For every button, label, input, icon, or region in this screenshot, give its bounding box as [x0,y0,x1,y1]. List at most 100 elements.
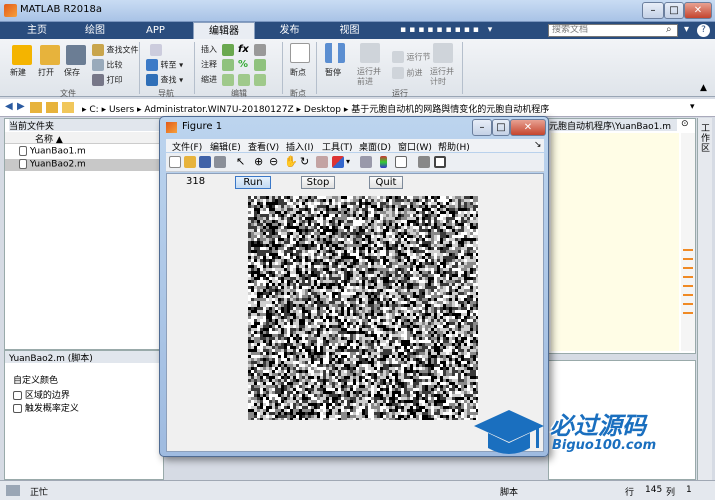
minimize-button[interactable]: – [642,2,664,19]
find-button[interactable]: 查找 ▾ [146,74,183,86]
comment-button[interactable]: 注释 [201,59,217,70]
open-folder-icon[interactable] [40,45,60,65]
crumb-users[interactable]: Users [109,105,134,115]
workspace-sidebar[interactable]: 工作区 [697,118,712,480]
fx-icon[interactable]: fx [238,44,250,56]
menu-desktop[interactable]: 桌面(D) [359,140,391,153]
help-icon[interactable]: ? [697,24,710,37]
stop-button[interactable]: Stop [301,176,335,189]
wrap-icon[interactable] [254,59,266,71]
file-row[interactable]: YuanBao1.m [5,146,163,158]
address-bar[interactable]: ◀ ▶ ▸ C: ▸ Users ▸ Administrator.WIN7U-2… [0,99,715,117]
breakpoints-button[interactable]: 断点 [290,67,306,78]
figure-close-button[interactable]: ✕ [510,119,546,136]
run-time-button[interactable]: 运行并 计时 [430,67,454,87]
edit-tools-icons[interactable]: fx % [222,42,278,86]
outdent-icon[interactable] [254,74,266,86]
browse-folder-icon[interactable] [46,102,58,113]
rotate-3d-icon[interactable]: ↻ [300,156,312,168]
run-time-icon[interactable] [433,43,453,63]
comment-icon[interactable] [222,59,234,71]
menu-view[interactable]: 查看(V) [248,140,279,153]
advance-button[interactable]: 前进 [392,67,423,79]
open-button[interactable]: 打开 [38,67,54,78]
menu-dock-icon[interactable]: ↘ [534,140,542,150]
new-figure-icon[interactable] [169,156,181,168]
figure-minimize-button[interactable]: – [472,119,492,136]
editor-menu-icon[interactable]: ⊙ [681,119,689,129]
percent-icon[interactable]: % [238,59,250,71]
menu-edit[interactable]: 编辑(E) [210,140,241,153]
brush-dropdown-icon[interactable]: ▾ [346,157,350,166]
new-button[interactable]: 新建 [10,67,26,78]
figure-maximize-button[interactable]: □ [492,119,510,136]
link-plot-icon[interactable] [360,156,372,168]
tab-apps[interactable]: APP [128,22,183,39]
tab-home[interactable]: 主页 [12,22,62,39]
crumb-admin[interactable]: Administrator.WIN7U-20180127Z [144,105,293,115]
new-icon[interactable] [12,45,32,65]
menu-file[interactable]: 文件(F) [172,140,202,153]
run-advance-button[interactable]: 运行并 前进 [357,67,381,87]
quick-access-toolbar[interactable]: ▪▪▪▪▪▪▪▪▪ ▾ [400,25,540,36]
warning-markers[interactable] [683,249,693,319]
zoom-out-icon[interactable]: ⊖ [269,156,281,168]
show-tools-icon[interactable] [434,156,446,168]
pause-icon[interactable] [325,43,345,63]
run-section-button[interactable]: 运行节 [392,51,431,63]
colorbar-icon[interactable] [380,156,387,168]
edit-plot-arrow-icon[interactable]: ↖ [236,156,248,168]
up-folder-icon[interactable] [30,102,42,113]
cellular-automaton-image[interactable] [248,196,478,420]
run-advance-icon[interactable] [360,43,380,63]
quit-button[interactable]: Quit [369,176,403,189]
crumb-folder[interactable]: 基于元胞自动机的网路舆情变化的元胞自动机程序 [351,105,549,115]
breadcrumb[interactable]: ▸ C: ▸ Users ▸ Administrator.WIN7U-20180… [82,102,549,115]
menu-help[interactable]: 帮助(H) [438,140,470,153]
insert-button[interactable]: 插入 [201,44,217,55]
zoom-in-icon[interactable]: ⊕ [254,156,266,168]
notification-icon[interactable]: ▾ [684,24,694,37]
pan-hand-icon[interactable]: ✋ [284,156,298,168]
indent-icon[interactable] [222,74,234,86]
tab-plots[interactable]: 绘图 [70,22,120,39]
search-box[interactable]: 搜索文档 [548,24,678,37]
collapse-toolstrip-icon[interactable]: ▲ [700,83,707,93]
open-file-icon[interactable] [184,156,196,168]
forward-icon[interactable]: ▶ [17,101,25,112]
maximize-button[interactable]: □ [664,2,684,19]
details-item[interactable]: 触发概率定义 [13,401,79,414]
goto-button[interactable]: 转至 ▾ [146,59,183,71]
back-icon[interactable]: ◀ [5,101,13,112]
search-icon[interactable]: ⌕ [666,24,678,37]
insert-section-icon[interactable] [222,44,234,56]
details-item[interactable]: 自定义颜色 [13,373,58,386]
save-icon[interactable] [66,45,86,65]
close-button[interactable]: ✕ [684,2,712,19]
compare-button[interactable]: 比较 [92,59,123,71]
save-figure-icon[interactable] [199,156,211,168]
crumb-desktop[interactable]: Desktop [304,105,341,115]
menu-insert[interactable]: 插入(I) [286,140,314,153]
print-button[interactable]: 打印 [92,74,123,86]
brush-icon[interactable] [332,156,344,168]
pause-button[interactable]: 暂停 [325,67,341,78]
indent-button[interactable]: 缩进 [201,74,217,85]
tab-view[interactable]: 视图 [322,22,377,39]
print-figure-icon[interactable] [214,156,226,168]
editor-panel[interactable]: 元胞自动机程序\YuanBao1.m ⊙ [548,118,696,354]
data-cursor-icon[interactable] [316,156,328,168]
path-dropdown-icon[interactable]: ▾ [690,102,695,112]
find-files-button[interactable]: 查找文件 [92,44,139,56]
insert-cell-icon[interactable] [254,44,266,56]
hide-tools-icon[interactable] [418,156,430,168]
tab-editor[interactable]: 编辑器 [193,22,255,39]
menu-tools[interactable]: 工具(T) [322,140,353,153]
menu-window[interactable]: 窗口(W) [398,140,432,153]
crumb-c[interactable]: C: [89,105,98,115]
details-item[interactable]: 区域的边界 [13,388,70,401]
name-column-header[interactable]: 名称 ▲ [5,132,163,145]
save-button[interactable]: 保存 [64,67,80,78]
tab-publish[interactable]: 发布 [262,22,317,39]
code-area[interactable] [551,133,679,351]
